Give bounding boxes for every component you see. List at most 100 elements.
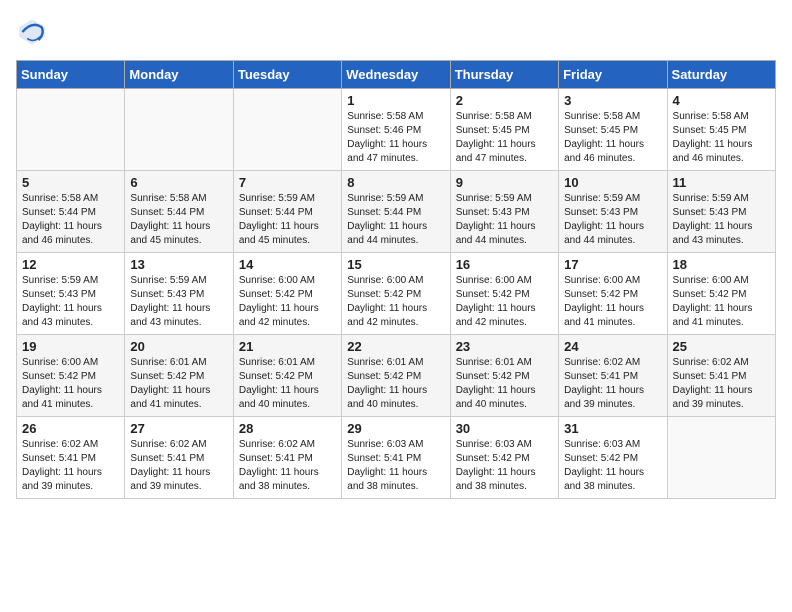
calendar-cell: 15 Sunrise: 6:00 AM Sunset: 5:42 PM Dayli…	[342, 253, 450, 335]
calendar-cell: 21Sunrise: 6:01 AM Sunset: 5:42 PM Dayli…	[233, 335, 341, 417]
day-number: 1	[347, 93, 444, 108]
day-number: 29	[347, 421, 444, 436]
day-info: Sunrise: 6:00 AM Sunset: 5:42 PM Dayligh…	[347, 274, 444, 330]
day-number: 6	[130, 175, 227, 190]
logo	[16, 16, 52, 48]
calendar-cell: 26 Sunrise: 6:02 AM Sunset: 5:41 PM Dayli…	[17, 417, 125, 499]
day-info: Sunrise: 6:02 AM Sunset: 5:41 PM Dayligh…	[130, 438, 227, 494]
day-info: Sunrise: 6:00 AM Sunset: 5:42 PM Dayligh…	[456, 274, 553, 330]
day-info: Sunrise: 6:01 AM Sunset: 5:42 PM Dayligh…	[456, 356, 553, 412]
logo-icon	[16, 16, 48, 48]
day-info: Sunrise: 6:02 AM Sunset: 5:41 PM Dayligh…	[239, 438, 336, 494]
day-number: 25	[673, 339, 770, 354]
weekday-header-row: SundayMondayTuesdayWednesdayThursdayFrid…	[17, 61, 776, 89]
day-info: Sunrise: 6:00 AM Sunset: 5:42 PM Dayligh…	[239, 274, 336, 330]
calendar-body: 1 Sunrise: 5:58 AM Sunset: 5:46 PM Daylig…	[17, 89, 776, 499]
calendar-cell: 25 Sunrise: 6:02 AM Sunset: 5:41 PM Dayli…	[667, 335, 775, 417]
day-info: Sunrise: 6:00 AM Sunset: 5:42 PM Dayligh…	[564, 274, 661, 330]
day-number: 31	[564, 421, 661, 436]
page-header	[16, 16, 776, 48]
day-number: 27	[130, 421, 227, 436]
calendar-cell: 5Sunrise: 5:58 AM Sunset: 5:44 PM Daylig…	[17, 171, 125, 253]
day-info: Sunrise: 6:02 AM Sunset: 5:41 PM Dayligh…	[22, 438, 119, 494]
calendar-cell: 3Sunrise: 5:58 AM Sunset: 5:45 PM Daylig…	[559, 89, 667, 171]
day-number: 12	[22, 257, 119, 272]
calendar-cell: 1 Sunrise: 5:58 AM Sunset: 5:46 PM Daylig…	[342, 89, 450, 171]
calendar-cell: 10 Sunrise: 5:59 AM Sunset: 5:43 PM Dayli…	[559, 171, 667, 253]
calendar-header: SundayMondayTuesdayWednesdayThursdayFrid…	[17, 61, 776, 89]
day-number: 30	[456, 421, 553, 436]
calendar-week-row: 1 Sunrise: 5:58 AM Sunset: 5:46 PM Daylig…	[17, 89, 776, 171]
calendar-cell: 22 Sunrise: 6:01 AM Sunset: 5:42 PM Dayli…	[342, 335, 450, 417]
day-info: Sunrise: 5:59 AM Sunset: 5:44 PM Dayligh…	[347, 192, 444, 248]
calendar-week-row: 26 Sunrise: 6:02 AM Sunset: 5:41 PM Dayli…	[17, 417, 776, 499]
calendar-cell: 19Sunrise: 6:00 AM Sunset: 5:42 PM Dayli…	[17, 335, 125, 417]
day-number: 23	[456, 339, 553, 354]
calendar-cell	[125, 89, 233, 171]
day-info: Sunrise: 5:58 AM Sunset: 5:44 PM Dayligh…	[22, 192, 119, 248]
day-info: Sunrise: 6:02 AM Sunset: 5:41 PM Dayligh…	[673, 356, 770, 412]
calendar-cell	[17, 89, 125, 171]
calendar-cell: 27 Sunrise: 6:02 AM Sunset: 5:41 PM Dayli…	[125, 417, 233, 499]
weekday-header-wednesday: Wednesday	[342, 61, 450, 89]
day-info: Sunrise: 6:00 AM Sunset: 5:42 PM Dayligh…	[673, 274, 770, 330]
calendar-cell: 13 Sunrise: 5:59 AM Sunset: 5:43 PM Dayli…	[125, 253, 233, 335]
calendar-week-row: 5Sunrise: 5:58 AM Sunset: 5:44 PM Daylig…	[17, 171, 776, 253]
calendar-cell: 4 Sunrise: 5:58 AM Sunset: 5:45 PM Daylig…	[667, 89, 775, 171]
calendar-cell: 29Sunrise: 6:03 AM Sunset: 5:41 PM Dayli…	[342, 417, 450, 499]
weekday-header-sunday: Sunday	[17, 61, 125, 89]
day-info: Sunrise: 6:01 AM Sunset: 5:42 PM Dayligh…	[347, 356, 444, 412]
day-number: 17	[564, 257, 661, 272]
calendar-cell: 30 Sunrise: 6:03 AM Sunset: 5:42 PM Dayli…	[450, 417, 558, 499]
calendar-week-row: 12 Sunrise: 5:59 AM Sunset: 5:43 PM Dayli…	[17, 253, 776, 335]
day-number: 22	[347, 339, 444, 354]
calendar-week-row: 19Sunrise: 6:00 AM Sunset: 5:42 PM Dayli…	[17, 335, 776, 417]
day-info: Sunrise: 5:59 AM Sunset: 5:43 PM Dayligh…	[564, 192, 661, 248]
day-info: Sunrise: 5:58 AM Sunset: 5:46 PM Dayligh…	[347, 110, 444, 166]
day-number: 14	[239, 257, 336, 272]
day-number: 15	[347, 257, 444, 272]
day-info: Sunrise: 6:03 AM Sunset: 5:42 PM Dayligh…	[564, 438, 661, 494]
calendar-cell: 17 Sunrise: 6:00 AM Sunset: 5:42 PM Dayli…	[559, 253, 667, 335]
day-number: 21	[239, 339, 336, 354]
day-info: Sunrise: 5:58 AM Sunset: 5:45 PM Dayligh…	[456, 110, 553, 166]
day-info: Sunrise: 6:00 AM Sunset: 5:42 PM Dayligh…	[22, 356, 119, 412]
calendar-cell: 28 Sunrise: 6:02 AM Sunset: 5:41 PM Dayli…	[233, 417, 341, 499]
weekday-header-thursday: Thursday	[450, 61, 558, 89]
day-number: 2	[456, 93, 553, 108]
calendar-cell	[667, 417, 775, 499]
weekday-header-tuesday: Tuesday	[233, 61, 341, 89]
weekday-header-friday: Friday	[559, 61, 667, 89]
calendar-cell	[233, 89, 341, 171]
day-number: 24	[564, 339, 661, 354]
calendar-cell: 24Sunrise: 6:02 AM Sunset: 5:41 PM Dayli…	[559, 335, 667, 417]
day-number: 8	[347, 175, 444, 190]
calendar-cell: 18Sunrise: 6:00 AM Sunset: 5:42 PM Dayli…	[667, 253, 775, 335]
day-info: Sunrise: 5:59 AM Sunset: 5:43 PM Dayligh…	[130, 274, 227, 330]
calendar-cell: 31 Sunrise: 6:03 AM Sunset: 5:42 PM Dayli…	[559, 417, 667, 499]
day-info: Sunrise: 6:01 AM Sunset: 5:42 PM Dayligh…	[130, 356, 227, 412]
day-info: Sunrise: 5:59 AM Sunset: 5:43 PM Dayligh…	[22, 274, 119, 330]
day-number: 26	[22, 421, 119, 436]
calendar-cell: 14 Sunrise: 6:00 AM Sunset: 5:42 PM Dayli…	[233, 253, 341, 335]
day-number: 7	[239, 175, 336, 190]
calendar-cell: 7 Sunrise: 5:59 AM Sunset: 5:44 PM Daylig…	[233, 171, 341, 253]
day-info: Sunrise: 5:58 AM Sunset: 5:45 PM Dayligh…	[673, 110, 770, 166]
day-number: 28	[239, 421, 336, 436]
day-info: Sunrise: 6:03 AM Sunset: 5:42 PM Dayligh…	[456, 438, 553, 494]
day-number: 13	[130, 257, 227, 272]
calendar-cell: 23 Sunrise: 6:01 AM Sunset: 5:42 PM Dayli…	[450, 335, 558, 417]
calendar-cell: 6Sunrise: 5:58 AM Sunset: 5:44 PM Daylig…	[125, 171, 233, 253]
day-number: 10	[564, 175, 661, 190]
calendar-cell: 12 Sunrise: 5:59 AM Sunset: 5:43 PM Dayli…	[17, 253, 125, 335]
day-number: 3	[564, 93, 661, 108]
weekday-header-saturday: Saturday	[667, 61, 775, 89]
weekday-header-monday: Monday	[125, 61, 233, 89]
calendar-table: SundayMondayTuesdayWednesdayThursdayFrid…	[16, 60, 776, 499]
day-info: Sunrise: 5:59 AM Sunset: 5:44 PM Dayligh…	[239, 192, 336, 248]
calendar-cell: 2 Sunrise: 5:58 AM Sunset: 5:45 PM Daylig…	[450, 89, 558, 171]
calendar-cell: 8 Sunrise: 5:59 AM Sunset: 5:44 PM Daylig…	[342, 171, 450, 253]
day-number: 4	[673, 93, 770, 108]
day-info: Sunrise: 5:59 AM Sunset: 5:43 PM Dayligh…	[456, 192, 553, 248]
day-number: 9	[456, 175, 553, 190]
